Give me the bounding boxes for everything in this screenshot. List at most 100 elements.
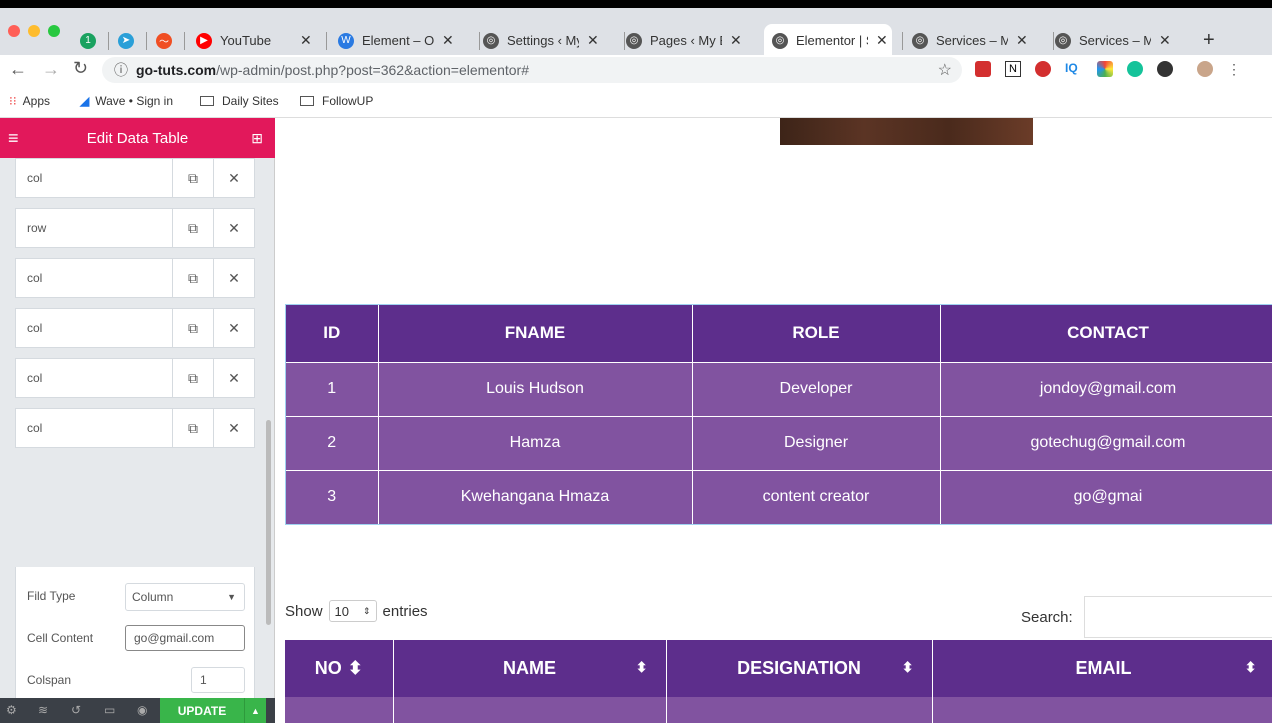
extension-k-icon[interactable] (1157, 61, 1173, 77)
bookmark-star-icon[interactable]: ☆ (938, 60, 952, 80)
update-button[interactable]: UPDATE (160, 698, 244, 723)
header-image (780, 118, 1033, 145)
close-tab-icon[interactable]: ✕ (730, 32, 742, 49)
browser-tab[interactable]: W Element – Off ✕ (338, 24, 473, 57)
tab-separator (479, 32, 480, 50)
cell-content-input[interactable]: go@gmail.com (125, 625, 245, 651)
new-tab-button[interactable]: + (1203, 24, 1215, 57)
browser-tab[interactable]: ◎ Services – My ✕ (912, 24, 1047, 57)
browser-tab[interactable]: ◎ Elementor | S ✕ (764, 24, 892, 57)
entries-select[interactable]: 10 ⇕ (328, 600, 377, 622)
responsive-desktop-icon[interactable]: ▭ (104, 703, 115, 717)
close-tab-icon[interactable]: ✕ (300, 32, 312, 49)
tab-separator (1053, 32, 1054, 50)
extension-colorpick-icon[interactable] (1097, 61, 1113, 77)
history-icon[interactable]: ↺ (71, 703, 81, 717)
chevron-down-icon: ▼ (227, 592, 236, 602)
search-input[interactable] (1084, 596, 1272, 638)
extension-adblock-icon[interactable] (1035, 61, 1051, 77)
zoom-window-button[interactable] (48, 25, 60, 37)
browser-tab[interactable]: ▶ YouTube ✕ (196, 24, 320, 57)
cell-content-label: Cell Content (27, 631, 94, 645)
elementor-panel: ≡ Edit Data Table ⊞ col ⧉ ✕ row ⧉ ✕ col ⧉ ✕ col ⧉ ✕… (0, 118, 275, 723)
duplicate-icon[interactable]: ⧉ (172, 409, 213, 447)
repeater-item-label: col (27, 321, 43, 335)
browser-tab[interactable]: 〜 (156, 24, 178, 57)
repeater-item[interactable]: row ⧉✕ (15, 208, 255, 248)
duplicate-icon[interactable]: ⧉ (172, 159, 213, 197)
repeater-item[interactable]: col ⧉ ✕ (15, 258, 255, 298)
duplicate-icon[interactable]: ⧉ (172, 359, 213, 397)
sortable-column-header[interactable]: NAME ⬍ (393, 640, 667, 697)
update-options-chevron-up-icon[interactable]: ▲ (244, 698, 266, 723)
browser-tab[interactable]: 1 (80, 24, 102, 57)
remove-icon[interactable]: ✕ (213, 409, 254, 447)
sortable-column-header[interactable]: DESIGNATION ⬍ (666, 640, 933, 697)
table-cell: Developer (692, 361, 941, 416)
remove-icon[interactable]: ✕ (213, 209, 254, 247)
tab-strip: 1 ➤ 〜 ▶ YouTube ✕ W Element – Off ✕ ◎ Settings ‹ M… (0, 8, 1272, 57)
browser-tab[interactable]: ◎ Settings ‹ My ✕ (483, 24, 618, 57)
entries-value: 10 (334, 603, 349, 619)
table-cell (393, 697, 667, 723)
back-icon[interactable]: ← (9, 59, 27, 80)
bookmark-wave[interactable]: ◢ Wave • Sign in (80, 94, 173, 108)
close-tab-icon[interactable]: ✕ (442, 32, 454, 49)
repeater-item[interactable]: col ⧉ ✕ (15, 158, 255, 198)
remove-icon[interactable]: ✕ (213, 159, 254, 197)
remove-icon[interactable]: ✕ (213, 309, 254, 347)
extension-lastpass-icon[interactable] (975, 61, 991, 77)
show-label: Show (285, 602, 323, 620)
bookmark-daily-sites[interactable]: Daily Sites (200, 94, 279, 108)
remove-icon[interactable]: ✕ (213, 359, 254, 397)
widgets-grid-icon[interactable]: ⊞ (251, 130, 263, 147)
close-window-button[interactable] (8, 25, 20, 37)
repeater-item[interactable]: col ⧉ ✕ (15, 408, 255, 448)
sort-icon: ⬍ (901, 659, 914, 675)
navigator-layers-icon[interactable]: ≋ (38, 703, 48, 717)
extension-grammarly-icon[interactable] (1127, 61, 1143, 77)
url-path: /wp-admin/post.php?post=362&action=eleme… (216, 62, 529, 78)
reload-icon[interactable]: ↻ (73, 58, 88, 79)
table-cell: 3 (286, 469, 379, 524)
tab-favicon-icon: ➤ (118, 32, 134, 49)
table-row: 2 Hamza Designer gotechug@gmail.com (286, 415, 1272, 470)
bookmark-followup[interactable]: FollowUP (300, 94, 373, 108)
bookmark-label: FollowUP (322, 94, 374, 108)
sortable-column-header[interactable]: NO ⬍ (285, 640, 394, 697)
field-type-select[interactable]: Column ▼ (125, 583, 245, 611)
extension-iq-icon[interactable]: IQ (1065, 61, 1083, 77)
tab-favicon-icon: 〜 (156, 32, 172, 49)
profile-avatar[interactable] (1197, 61, 1213, 77)
close-tab-icon[interactable]: ✕ (876, 32, 888, 49)
browser-tab[interactable]: ◎ Pages ‹ My Bl ✕ (626, 24, 761, 57)
browser-tab[interactable]: ◎ Services – My ✕ (1055, 24, 1190, 57)
minimize-window-button[interactable] (28, 25, 40, 37)
extension-notion-icon[interactable]: N (1005, 61, 1021, 77)
browser-menu-icon[interactable]: ⋮ (1227, 61, 1241, 77)
remove-icon[interactable]: ✕ (213, 259, 254, 297)
bookmark-apps[interactable]: ⁝⁝ Apps (9, 94, 50, 108)
bookmark-label: Apps (22, 94, 50, 108)
colspan-input[interactable]: 1 (191, 667, 245, 693)
preview-eye-icon[interactable]: ◉ (137, 703, 147, 717)
stepper-icon: ⇕ (362, 605, 371, 616)
browser-tab[interactable]: ➤ (118, 24, 140, 57)
address-bar[interactable]: ⓘ go-tuts.com /wp-admin/post.php?post=36… (102, 57, 962, 83)
settings-gear-icon[interactable]: ⚙ (6, 703, 17, 717)
close-tab-icon[interactable]: ✕ (1016, 32, 1028, 49)
duplicate-icon[interactable]: ⧉ (172, 259, 213, 297)
forward-icon[interactable]: → (42, 59, 60, 80)
info-icon[interactable]: ⓘ (114, 60, 128, 80)
repeater-item[interactable]: col ⧉ ✕ (15, 358, 255, 398)
table-cell: Kwehangana Hmaza (378, 469, 693, 524)
hamburger-menu-icon[interactable]: ≡ (8, 128, 19, 149)
close-tab-icon[interactable]: ✕ (1159, 32, 1171, 49)
duplicate-icon[interactable]: ⧉ (172, 309, 213, 347)
repeater-item-label: col (27, 171, 43, 185)
panel-scrollbar[interactable] (266, 420, 271, 625)
close-tab-icon[interactable]: ✕ (587, 32, 599, 49)
sortable-column-header[interactable]: EMAIL ⬍ (932, 640, 1272, 697)
repeater-item[interactable]: col ⧉ ✕ (15, 308, 255, 348)
duplicate-icon[interactable]: ⧉ (172, 209, 213, 247)
